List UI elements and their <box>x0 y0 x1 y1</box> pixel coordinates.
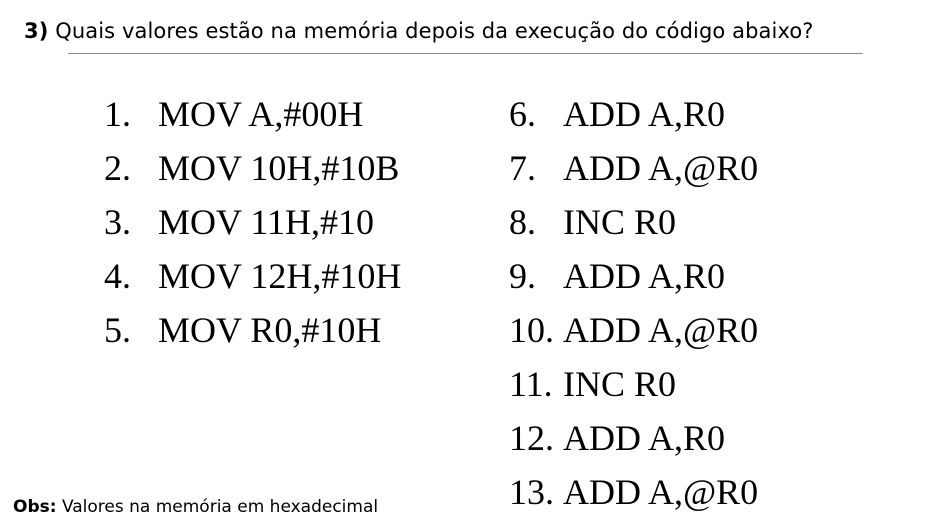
line-number: 6. <box>509 94 536 134</box>
code-line: 9. ADD A,R0 <box>509 249 758 303</box>
question-number: 3) <box>24 19 49 43</box>
line-number: 5. <box>104 310 131 350</box>
instruction: MOV 10H,#10B <box>158 148 400 188</box>
code-line: 5. MOV R0,#10H <box>104 303 401 357</box>
instruction: ADD A,@R0 <box>563 310 759 350</box>
code-line: 12. ADD A,R0 <box>509 411 758 465</box>
note-text: Valores na memória em hexadecimal <box>56 497 379 517</box>
line-number: 11. <box>509 364 553 404</box>
instruction: INC R0 <box>563 364 677 404</box>
code-line: 8. INC R0 <box>509 195 758 249</box>
line-number: 8. <box>509 202 536 242</box>
instruction: MOV R0,#10H <box>158 310 382 350</box>
line-number: 4. <box>104 256 131 296</box>
note-label: Obs: <box>13 497 57 517</box>
observation-note: Obs: Valores na memória em hexadecimal <box>13 492 378 522</box>
instruction: MOV A,#00H <box>158 94 364 134</box>
title-divider <box>68 53 863 54</box>
line-number: 10. <box>509 310 554 350</box>
instruction: ADD A,R0 <box>563 256 726 296</box>
instruction: MOV 11H,#10 <box>158 202 375 242</box>
code-line: 11. INC R0 <box>509 357 758 411</box>
line-number: 7. <box>509 148 536 188</box>
code-list-right: 6. ADD A,R0 7. ADD A,@R0 8. INC R0 9. ADD A,… <box>509 87 758 519</box>
code-line: 7. ADD A,@R0 <box>509 141 758 195</box>
code-line: 6. ADD A,R0 <box>509 87 758 141</box>
line-number: 3. <box>104 202 131 242</box>
line-number: 13. <box>509 472 554 512</box>
instruction: ADD A,R0 <box>563 94 726 134</box>
code-line: 10. ADD A,@R0 <box>509 303 758 357</box>
code-line: 2. MOV 10H,#10B <box>104 141 401 195</box>
instruction: ADD A,@R0 <box>563 472 759 512</box>
line-number: 12. <box>509 418 554 458</box>
instruction: INC R0 <box>563 202 677 242</box>
instruction: ADD A,R0 <box>563 418 726 458</box>
code-line: 4. MOV 12H,#10H <box>104 249 401 303</box>
question-heading: 3) Quais valores estão na memória depois… <box>24 14 814 48</box>
code-line: 3. MOV 11H,#10 <box>104 195 401 249</box>
code-line: 1. MOV A,#00H <box>104 87 401 141</box>
instruction: MOV 12H,#10H <box>158 256 402 296</box>
code-list-left: 1. MOV A,#00H 2. MOV 10H,#10B 3. MOV 11H,#1… <box>104 87 401 357</box>
line-number: 2. <box>104 148 131 188</box>
instruction: ADD A,@R0 <box>563 148 759 188</box>
question-text: Quais valores estão na memória depois da… <box>48 19 814 43</box>
line-number: 1. <box>104 94 131 134</box>
line-number: 9. <box>509 256 536 296</box>
code-line: 13. ADD A,@R0 <box>509 465 758 519</box>
